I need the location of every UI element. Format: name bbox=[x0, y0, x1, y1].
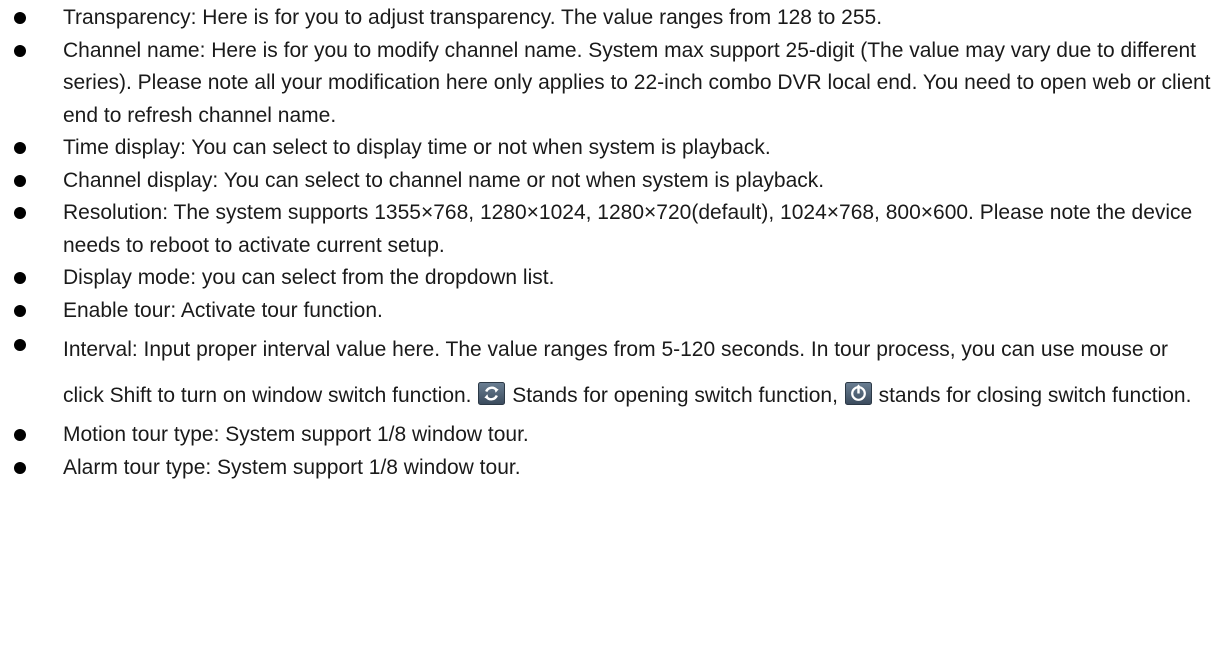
list-item-time-display: Time display: You can select to display … bbox=[0, 132, 1218, 165]
item-text: Motion tour type: System support 1/8 win… bbox=[63, 423, 529, 446]
bullet-icon bbox=[14, 272, 26, 284]
item-text: Enable tour: Activate tour function. bbox=[63, 298, 383, 322]
bullet-icon bbox=[14, 339, 26, 351]
bullet-icon bbox=[14, 304, 26, 317]
bullet-icon bbox=[14, 44, 26, 57]
item-text: stands for closing switch function. bbox=[878, 384, 1192, 407]
list-item-motion-tour-type: Motion tour type: System support 1/8 win… bbox=[0, 419, 1218, 452]
bullet-icon bbox=[14, 429, 26, 441]
item-text: Display mode: you can select from the dr… bbox=[63, 266, 555, 289]
list-item-display-mode: Display mode: you can select from the dr… bbox=[0, 262, 1218, 295]
item-text: Channel name: Here is for you to modify … bbox=[63, 38, 1211, 127]
list-item-alarm-tour-type: Alarm tour type: System support 1/8 wind… bbox=[0, 452, 1218, 485]
bullet-list: Transparency: Here is for you to adjust … bbox=[0, 2, 1218, 484]
bullet-icon bbox=[14, 174, 26, 187]
item-text: Channel display: You can select to chann… bbox=[63, 168, 825, 192]
item-text: Transparency: Here is for you to adjust … bbox=[63, 6, 883, 29]
list-item-enable-tour: Enable tour: Activate tour function. bbox=[0, 295, 1218, 328]
switch-open-icon bbox=[478, 382, 506, 405]
list-item-channel-name: Channel name: Here is for you to modify … bbox=[0, 35, 1218, 133]
list-item-transparency: Transparency: Here is for you to adjust … bbox=[0, 2, 1218, 35]
item-text: Alarm tour type: System support 1/8 wind… bbox=[63, 455, 521, 479]
list-item-resolution: Resolution: The system supports 1355×768… bbox=[0, 197, 1218, 262]
bullet-icon bbox=[14, 142, 26, 154]
item-text: Stands for opening switch function, bbox=[512, 384, 838, 407]
switch-close-icon bbox=[844, 382, 872, 405]
list-item-channel-display: Channel display: You can select to chann… bbox=[0, 165, 1218, 198]
bullet-icon bbox=[14, 12, 26, 24]
bullet-icon bbox=[14, 207, 26, 219]
item-text: Time display: You can select to display … bbox=[63, 136, 771, 159]
item-text: Resolution: The system supports 1355×768… bbox=[63, 201, 1193, 257]
bullet-icon bbox=[14, 461, 26, 474]
list-item-interval: Interval: Input proper interval value he… bbox=[0, 327, 1218, 419]
